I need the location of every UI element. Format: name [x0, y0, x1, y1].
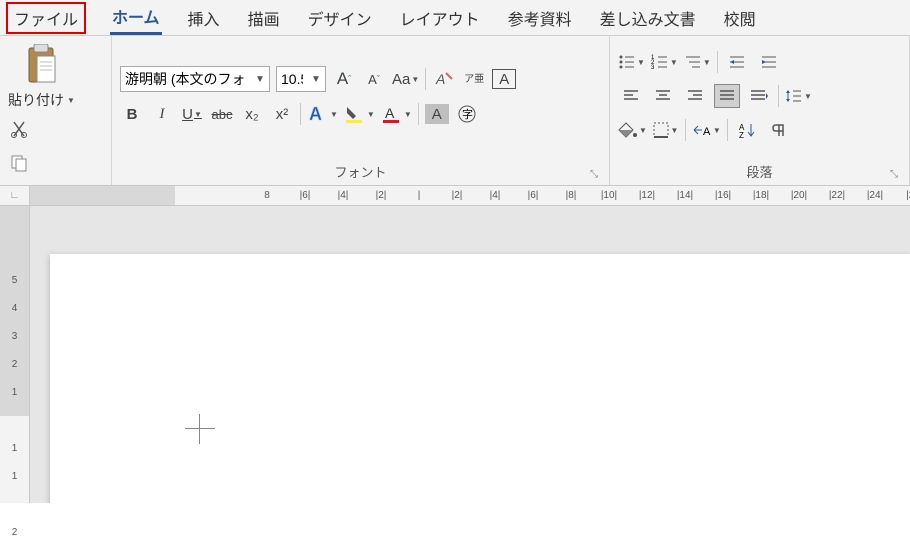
- svg-text:Z: Z: [739, 131, 744, 138]
- svg-text:A: A: [309, 104, 322, 124]
- tab-home[interactable]: ホーム: [110, 0, 162, 35]
- italic-button[interactable]: I: [150, 102, 174, 126]
- group-label-paragraph: 段落⤡: [618, 160, 901, 183]
- align-left-button[interactable]: [618, 84, 644, 108]
- separator: [418, 103, 419, 125]
- tab-insert[interactable]: 挿入: [186, 2, 222, 34]
- character-shading-button[interactable]: A: [425, 104, 449, 124]
- dialog-launcher-icon[interactable]: ⤡: [587, 167, 601, 181]
- underline-button[interactable]: U▼: [180, 102, 204, 126]
- chevron-down-icon[interactable]: ▼: [307, 74, 325, 85]
- distributed-button[interactable]: [746, 84, 772, 108]
- svg-text:3: 3: [651, 65, 655, 70]
- bullets-button[interactable]: ▼: [618, 50, 645, 74]
- svg-text:A: A: [435, 71, 445, 87]
- paste-label: 貼り付け: [8, 90, 64, 110]
- tab-mailings[interactable]: 差し込み文書: [598, 2, 698, 34]
- separator: [300, 103, 301, 125]
- separator: [778, 85, 779, 107]
- horizontal-ruler[interactable]: 8|6||4||2|||2||4||6||8||10||12||14||16||…: [30, 186, 910, 206]
- font-name-input[interactable]: [121, 67, 251, 91]
- line-spacing-button[interactable]: ▼: [785, 84, 812, 108]
- document-area: ∟ 8|6||4||2|||2||4||6||8||10||12||14||16…: [0, 186, 910, 503]
- ribbon: 貼り付け▼ クリップボード⤡ ▼ ▼ Aˆ Aˇ Aa▼ A ア亜 A: [0, 36, 910, 186]
- group-paragraph: ▼ 123▼ ▼ ▼ ▼ ▼ A▼: [610, 36, 910, 185]
- character-border-button[interactable]: A: [492, 69, 516, 89]
- grow-font-button[interactable]: Aˆ: [332, 67, 356, 91]
- group-font: ▼ ▼ Aˆ Aˇ Aa▼ A ア亜 A B I U▼ abc x₂ x² A▼…: [112, 36, 610, 185]
- tab-layout[interactable]: レイアウト: [398, 2, 482, 34]
- text-cursor: [185, 414, 215, 444]
- tab-draw[interactable]: 描画: [246, 2, 282, 34]
- svg-text:A: A: [703, 126, 711, 138]
- dialog-launcher-icon[interactable]: ⤡: [887, 167, 901, 181]
- font-color-button[interactable]: A▼: [381, 102, 412, 126]
- align-center-button[interactable]: [650, 84, 676, 108]
- paste-icon[interactable]: [21, 42, 61, 88]
- page[interactable]: [50, 254, 910, 503]
- sort-button[interactable]: AZ: [734, 118, 760, 142]
- enclose-characters-button[interactable]: 字: [455, 102, 479, 126]
- chevron-down-icon: ▼: [67, 96, 75, 105]
- highlight-button[interactable]: ▼: [344, 102, 375, 126]
- text-effects-button[interactable]: A▼: [307, 102, 338, 126]
- bold-button[interactable]: B: [120, 102, 144, 126]
- font-name-combo[interactable]: ▼: [120, 66, 270, 92]
- numbering-button[interactable]: 123▼: [651, 50, 678, 74]
- align-right-button[interactable]: [682, 84, 708, 108]
- text-direction-button[interactable]: A▼: [692, 118, 721, 142]
- phonetic-guide-button[interactable]: ア亜: [462, 67, 486, 91]
- strikethrough-button[interactable]: abc: [210, 102, 234, 126]
- superscript-button[interactable]: x²: [270, 102, 294, 126]
- change-case-button[interactable]: Aa▼: [392, 67, 419, 91]
- tab-design[interactable]: デザイン: [306, 2, 374, 34]
- separator: [685, 119, 686, 141]
- subscript-button[interactable]: x₂: [240, 102, 264, 126]
- shading-button[interactable]: ▼: [618, 118, 647, 142]
- group-label-font: フォント⤡: [120, 160, 601, 183]
- paste-button[interactable]: 貼り付け▼: [8, 90, 75, 110]
- separator: [727, 119, 728, 141]
- clear-formatting-button[interactable]: A: [432, 67, 456, 91]
- svg-text:字: 字: [462, 107, 473, 121]
- font-size-input[interactable]: [277, 67, 307, 91]
- chevron-down-icon[interactable]: ▼: [251, 74, 269, 85]
- increase-indent-button[interactable]: [756, 50, 782, 74]
- document-canvas[interactable]: [30, 206, 910, 503]
- tab-file[interactable]: ファイル: [6, 2, 86, 34]
- multilevel-list-button[interactable]: ▼: [684, 50, 711, 74]
- separator: [717, 51, 718, 73]
- group-clipboard: 貼り付け▼ クリップボード⤡: [0, 36, 112, 185]
- cut-icon[interactable]: [8, 118, 30, 140]
- justify-button[interactable]: [714, 84, 740, 108]
- font-size-combo[interactable]: ▼: [276, 66, 326, 92]
- show-marks-button[interactable]: [766, 118, 792, 142]
- vertical-ruler[interactable]: 54321112: [0, 206, 30, 503]
- decrease-indent-button[interactable]: [724, 50, 750, 74]
- copy-icon[interactable]: [8, 152, 30, 174]
- tab-review[interactable]: 校閲: [722, 2, 758, 34]
- tab-references[interactable]: 参考資料: [506, 2, 574, 34]
- tab-bar: ファイル ホーム 挿入 描画 デザイン レイアウト 参考資料 差し込み文書 校閲: [0, 0, 910, 36]
- shrink-font-button[interactable]: Aˇ: [362, 67, 386, 91]
- borders-button[interactable]: ▼: [653, 118, 679, 142]
- separator: [425, 68, 426, 90]
- ruler-corner[interactable]: ∟: [0, 186, 30, 206]
- svg-text:A: A: [385, 105, 395, 121]
